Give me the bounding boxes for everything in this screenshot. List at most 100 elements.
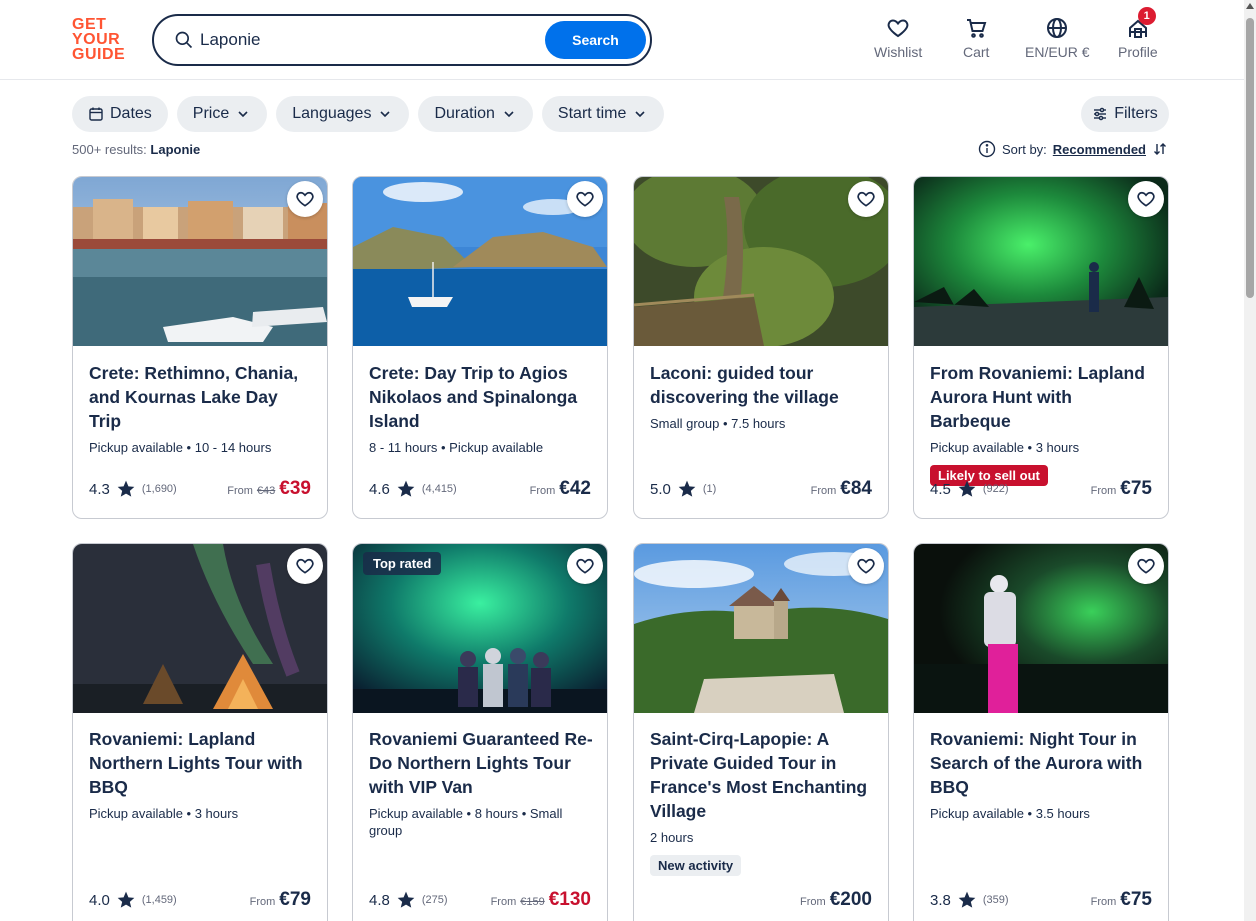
activity-title[interactable]: Rovaniemi: Lapland Northern Lights Tour … (89, 727, 313, 799)
wishlist-toggle[interactable] (848, 181, 884, 217)
wishlist-link[interactable]: Wishlist (874, 16, 922, 60)
card-footer: From €200 (650, 888, 872, 912)
review-count: (1,690) (141, 483, 177, 495)
filter-dates[interactable]: Dates (72, 96, 168, 132)
price-amount: €130 (548, 889, 591, 910)
card-footer: 3.8 (359) From €75 (930, 888, 1152, 912)
filters-label: Filters (1114, 105, 1158, 122)
activity-title[interactable]: Rovaniemi: Night Tour in Search of the A… (930, 727, 1154, 799)
activity-card[interactable]: Crete: Rethimno, Chania, and Kournas Lak… (72, 176, 328, 519)
review-count: (275) (421, 894, 448, 906)
activity-card[interactable]: Laconi: guided tour discovering the vill… (633, 176, 889, 519)
activity-meta: 8 - 11 hours • Pickup available (369, 440, 544, 455)
top-rated-badge: Top rated (363, 552, 442, 575)
wishlist-toggle[interactable] (1128, 181, 1164, 217)
heart-icon (857, 191, 875, 207)
activity-meta: Pickup available • 3.5 hours (930, 806, 1090, 821)
sort-control[interactable]: Sort by: Recommended (978, 140, 1168, 158)
scrollbar-thumb[interactable] (1246, 18, 1254, 298)
activity-card[interactable]: Crete: Day Trip to Agios Nikolaos and Sp… (352, 176, 608, 519)
review-count: (1) (702, 483, 717, 495)
activity-title[interactable]: From Rovaniemi: Lapland Aurora Hunt with… (930, 361, 1154, 433)
language-currency-link[interactable]: EN/EUR € (1025, 16, 1090, 60)
filter-label: Price (192, 105, 230, 122)
rating-value: 4.3 (89, 480, 110, 498)
profile-link[interactable]: Profile 1 (1118, 7, 1158, 60)
activity-title[interactable]: Laconi: guided tour discovering the vill… (650, 361, 874, 409)
wishlist-toggle[interactable] (1128, 548, 1164, 584)
new-activity-tag: New activity (650, 855, 742, 876)
page-scrollbar[interactable] (1244, 0, 1256, 921)
chevron-down-icon (380, 111, 391, 118)
star-icon (397, 480, 415, 497)
activity-title[interactable]: Saint-Cirq-Lapopie: A Private Guided Tou… (650, 727, 874, 823)
activity-title[interactable]: Crete: Rethimno, Chania, and Kournas Lak… (89, 361, 313, 433)
activity-card[interactable]: From Rovaniemi: Lapland Aurora Hunt with… (913, 176, 1169, 519)
info-icon (978, 140, 996, 158)
wishlist-toggle[interactable] (287, 181, 323, 217)
filter-duration[interactable]: Duration (418, 96, 533, 132)
chevron-down-icon (504, 111, 514, 118)
review-count: (1,459) (141, 894, 177, 906)
original-price: €159 (520, 896, 545, 908)
price-from-label: From (249, 896, 276, 908)
activity-meta: Pickup available • 3 hours (89, 806, 239, 821)
globe-icon (1047, 18, 1068, 38)
sort-value[interactable]: Recommended (1053, 142, 1146, 157)
activity-card[interactable]: Rovaniemi: Night Tour in Search of the A… (913, 543, 1169, 921)
site-header: GET YOUR GUIDE Search Wishlist Cart EN/E… (0, 0, 1244, 80)
filter-bar: Dates Price Languages Duration Start tim… (72, 96, 665, 132)
price: From €75 (1091, 478, 1152, 500)
activity-title[interactable]: Rovaniemi Guaranteed Re-Do Northern Ligh… (369, 727, 593, 799)
search-icon (175, 31, 193, 49)
activity-meta: Pickup available • 8 hours • Small group (369, 806, 563, 838)
notification-badge: 1 (1137, 7, 1156, 25)
logo-line-2: YOUR (72, 31, 121, 48)
rating-value: 4.0 (89, 891, 110, 909)
wishlist-toggle[interactable] (567, 548, 603, 584)
review-count: (922) (982, 483, 1009, 495)
price: From €43 €39 (227, 478, 311, 500)
activity-card[interactable]: Saint-Cirq-Lapopie: A Private Guided Tou… (633, 543, 889, 921)
sliders-icon (1094, 107, 1107, 121)
price: From €75 (1091, 889, 1152, 911)
activity-card[interactable]: Rovaniemi: Lapland Northern Lights Tour … (72, 543, 328, 921)
activity-meta: 2 hours (650, 830, 694, 845)
profile-label: Profile (1118, 44, 1158, 60)
activity-meta: Small group • 7.5 hours (650, 416, 786, 431)
price-from-label: From (800, 896, 826, 908)
filter-start-time[interactable]: Start time (541, 96, 665, 132)
activity-meta: Pickup available • 10 - 14 hours (89, 440, 272, 455)
cart-link[interactable]: Cart (963, 16, 989, 60)
wishlist-toggle[interactable] (287, 548, 323, 584)
search-input[interactable] (200, 30, 500, 50)
chevron-down-icon (635, 111, 645, 118)
heart-icon (1137, 558, 1155, 574)
filter-label: Start time (557, 105, 627, 122)
price-from-label: From (227, 485, 253, 497)
scroll-up-arrow[interactable] (1246, 3, 1254, 9)
sort-arrows-icon (1154, 143, 1166, 155)
star-icon (117, 891, 135, 908)
star-icon (958, 480, 976, 497)
card-footer: 5.0 (1) From €84 (650, 477, 872, 501)
search-button[interactable]: Search (545, 21, 646, 59)
filter-price[interactable]: Price (176, 96, 268, 132)
card-footer: 4.8 (275) From €159 €130 (369, 888, 591, 912)
wishlist-toggle[interactable] (848, 548, 884, 584)
chevron-down-icon (238, 111, 248, 118)
filter-languages[interactable]: Languages (276, 96, 410, 132)
activity-title[interactable]: Crete: Day Trip to Agios Nikolaos and Sp… (369, 361, 593, 433)
heart-icon (857, 558, 875, 574)
search-bar: Search (152, 14, 652, 66)
card-footer: 4.3 (1,690) From €43 €39 (89, 477, 311, 501)
filters-button[interactable]: Filters (1081, 96, 1169, 132)
price: From €200 (800, 889, 872, 911)
star-icon (678, 480, 696, 497)
card-body: Rovaniemi: Night Tour in Search of the A… (930, 727, 1154, 822)
wishlist-toggle[interactable] (567, 181, 603, 217)
price-from-label: From (529, 485, 556, 497)
activity-card[interactable]: Top rated Rovaniemi Guaranteed Re-Do Nor… (352, 543, 608, 921)
brand-logo[interactable]: GET YOUR GUIDE (72, 17, 130, 63)
card-footer: 4.6 (4,415) From €42 (369, 477, 591, 501)
